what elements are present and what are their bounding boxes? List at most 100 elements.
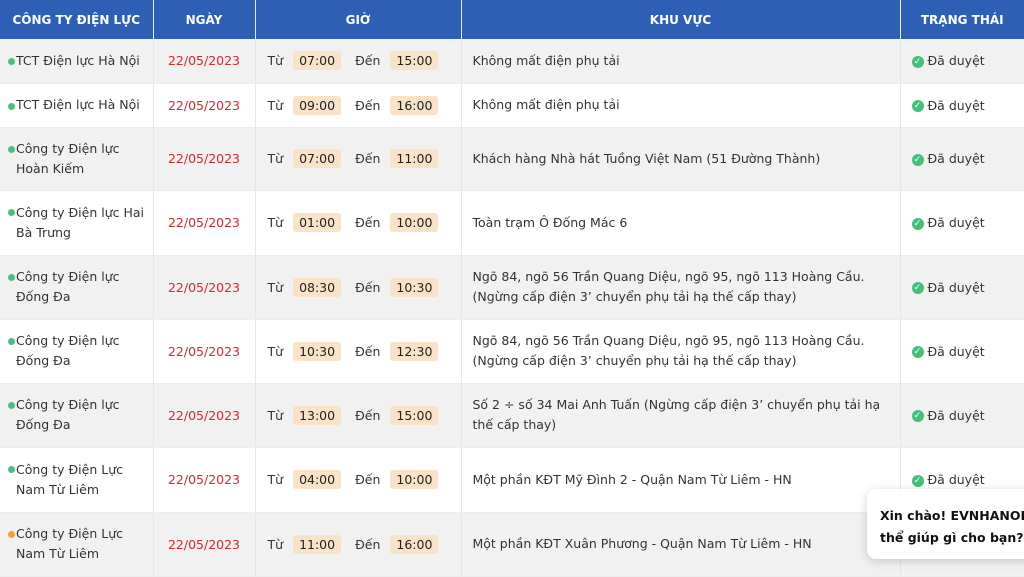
time-cell: Từ 01:00 Đến 10:00 [255, 190, 462, 256]
status-text: Đã duyệt [927, 215, 985, 230]
column-header-date: NGÀY [153, 0, 256, 39]
from-label: Từ [267, 407, 284, 423]
area-cell: Ngõ 84, ngõ 56 Trần Quang Diệu, ngõ 95, … [461, 319, 901, 384]
to-label: Đến [355, 343, 381, 359]
time-cell: Từ 13:00 Đến 15:00 [255, 383, 462, 448]
to-time: 15:00 [390, 405, 439, 425]
to-time: 16:00 [390, 95, 439, 115]
company-name: TCT Điện lực Hà Nội [16, 97, 140, 112]
from-time: 10:30 [293, 341, 342, 361]
area-cell: Không mất điện phụ tải [461, 83, 901, 128]
from-time: 11:00 [293, 534, 342, 554]
table-row: Công ty Điện lực Đống Đa 22/05/2023 Từ 10:3… [0, 319, 1024, 384]
company-cell: Công ty Điện Lực Nam Từ Liêm [0, 512, 154, 577]
chat-greeting-line-1: Xin chào! EVNHANOI có [880, 508, 1024, 523]
column-header-area: KHU VỰC [461, 0, 901, 39]
area-cell: Khách hàng Nhà hát Tuồng Việt Nam (51 Đư… [461, 127, 901, 191]
to-time: 10:30 [390, 277, 439, 297]
column-header-time: GIỜ [255, 0, 462, 39]
from-time: 07:00 [293, 149, 342, 168]
from-label: Từ [267, 279, 284, 295]
to-label: Đến [355, 279, 381, 295]
to-time: 16:00 [390, 534, 439, 554]
company-cell: Công ty Điện lực Hai Bà Trưng [0, 190, 154, 256]
date-cell: 22/05/2023 [153, 190, 256, 256]
to-label: Đến [355, 215, 381, 230]
company-name: Công ty Điện Lực Nam Từ Liêm [16, 526, 123, 561]
time-cell: Từ 04:00 Đến 10:00 [255, 447, 462, 513]
from-time: 07:00 [293, 51, 342, 71]
status-text: Đã duyệt [927, 97, 985, 113]
area-cell: Số 2 ÷ số 34 Mai Anh Tuấn (Ngừng cấp điệ… [461, 383, 901, 448]
company-cell: Công ty Điện lực Đống Đa [0, 319, 154, 384]
to-label: Đến [355, 151, 381, 166]
status-cell: ✓Đã duyệt [900, 319, 1024, 384]
status-dot-icon [8, 273, 15, 281]
status-text: Đã duyệt [927, 343, 985, 359]
company-name: Công ty Điện lực Đống Đa [16, 269, 120, 304]
to-time: 15:00 [390, 51, 439, 71]
company-name: Công ty Điện lực Hoàn Kiếm [16, 140, 120, 176]
status-dot-icon [8, 208, 15, 216]
company-cell: Công ty Điện lực Đống Đa [0, 255, 154, 320]
table-row: Công ty Điện lực Đống Đa 22/05/2023 Từ 13:0… [0, 383, 1024, 448]
table-row: Công ty Điện lực Đống Đa 22/05/2023 Từ 08:3… [0, 255, 1024, 320]
from-label: Từ [267, 472, 284, 487]
status-dot-icon [8, 58, 15, 65]
check-circle-icon: ✓ [911, 410, 924, 422]
table-row: TCT Điện lực Hà Nội 22/05/2023 Từ 07:00 Đến 1… [0, 39, 1024, 84]
area-cell: Không mất điện phụ tải [461, 39, 901, 84]
status-cell: ✓Đã duyệt [900, 127, 1024, 191]
to-label: Đến [355, 53, 381, 69]
status-dot-icon [8, 337, 15, 345]
status-cell: ✓Đã duyệt [900, 255, 1024, 320]
from-time: 08:30 [293, 277, 342, 297]
status-dot-icon [8, 465, 15, 473]
status-cell: ✓Đã duyệt [900, 383, 1024, 448]
chat-greeting-line-2: thể giúp gì cho bạn? [880, 530, 1024, 545]
status-text: Đã duyệt [927, 472, 985, 487]
area-cell: Ngõ 84, ngõ 56 Trần Quang Diệu, ngõ 95, … [461, 255, 901, 320]
to-label: Đến [355, 536, 381, 552]
date-cell: 22/05/2023 [153, 383, 256, 448]
from-time: 01:00 [293, 213, 342, 232]
company-name: Công ty Điện lực Đống Đa [16, 397, 120, 432]
time-cell: Từ 09:00 Đến 16:00 [255, 83, 462, 128]
status-text: Đã duyệt [927, 53, 985, 69]
date-cell: 22/05/2023 [153, 447, 256, 513]
to-time: 11:00 [390, 149, 439, 168]
check-circle-icon: ✓ [911, 282, 924, 294]
status-cell: ✓Đã duyệt [900, 83, 1024, 128]
to-time: 10:00 [390, 213, 439, 232]
status-dot-icon [8, 530, 15, 538]
from-label: Từ [267, 343, 284, 359]
status-dot-icon [8, 102, 15, 110]
chat-greeting-popup[interactable]: Xin chào! EVNHANOI có thể giúp gì cho bạ… [867, 489, 1024, 559]
date-cell: 22/05/2023 [153, 83, 256, 128]
to-label: Đến [355, 97, 381, 113]
check-circle-icon: ✓ [911, 55, 924, 68]
from-label: Từ [267, 97, 284, 113]
company-cell: Công ty Điện lực Đống Đa [0, 383, 154, 448]
to-time: 12:30 [390, 341, 439, 361]
area-cell: Toàn trạm Ô Đống Mác 6 [461, 190, 901, 256]
status-dot-icon [8, 401, 15, 409]
from-time: 09:00 [293, 95, 342, 115]
time-cell: Từ 07:00 Đến 11:00 [255, 127, 462, 191]
check-circle-icon: ✓ [911, 217, 924, 230]
time-cell: Từ 07:00 Đến 15:00 [255, 39, 462, 84]
to-label: Đến [355, 407, 381, 423]
company-name: Công ty Điện Lực Nam Từ Liêm [16, 461, 123, 497]
check-circle-icon: ✓ [911, 474, 924, 487]
table-row: TCT Điện lực Hà Nội 22/05/2023 Từ 09:00 Đến 1… [0, 83, 1024, 128]
from-time: 04:00 [293, 470, 342, 489]
table-row: Công ty Điện lực Hai Bà Trưng 22/05/2023 T… [0, 190, 1024, 256]
time-cell: Từ 10:30 Đến 12:30 [255, 319, 462, 384]
status-text: Đã duyệt [927, 151, 985, 166]
from-label: Từ [267, 215, 284, 230]
check-circle-icon: ✓ [911, 346, 924, 358]
company-cell: Công ty Điện Lực Nam Từ Liêm [0, 447, 154, 513]
from-time: 13:00 [293, 405, 342, 425]
time-cell: Từ 11:00 Đến 16:00 [255, 512, 462, 577]
status-text: Đã duyệt [927, 279, 985, 295]
